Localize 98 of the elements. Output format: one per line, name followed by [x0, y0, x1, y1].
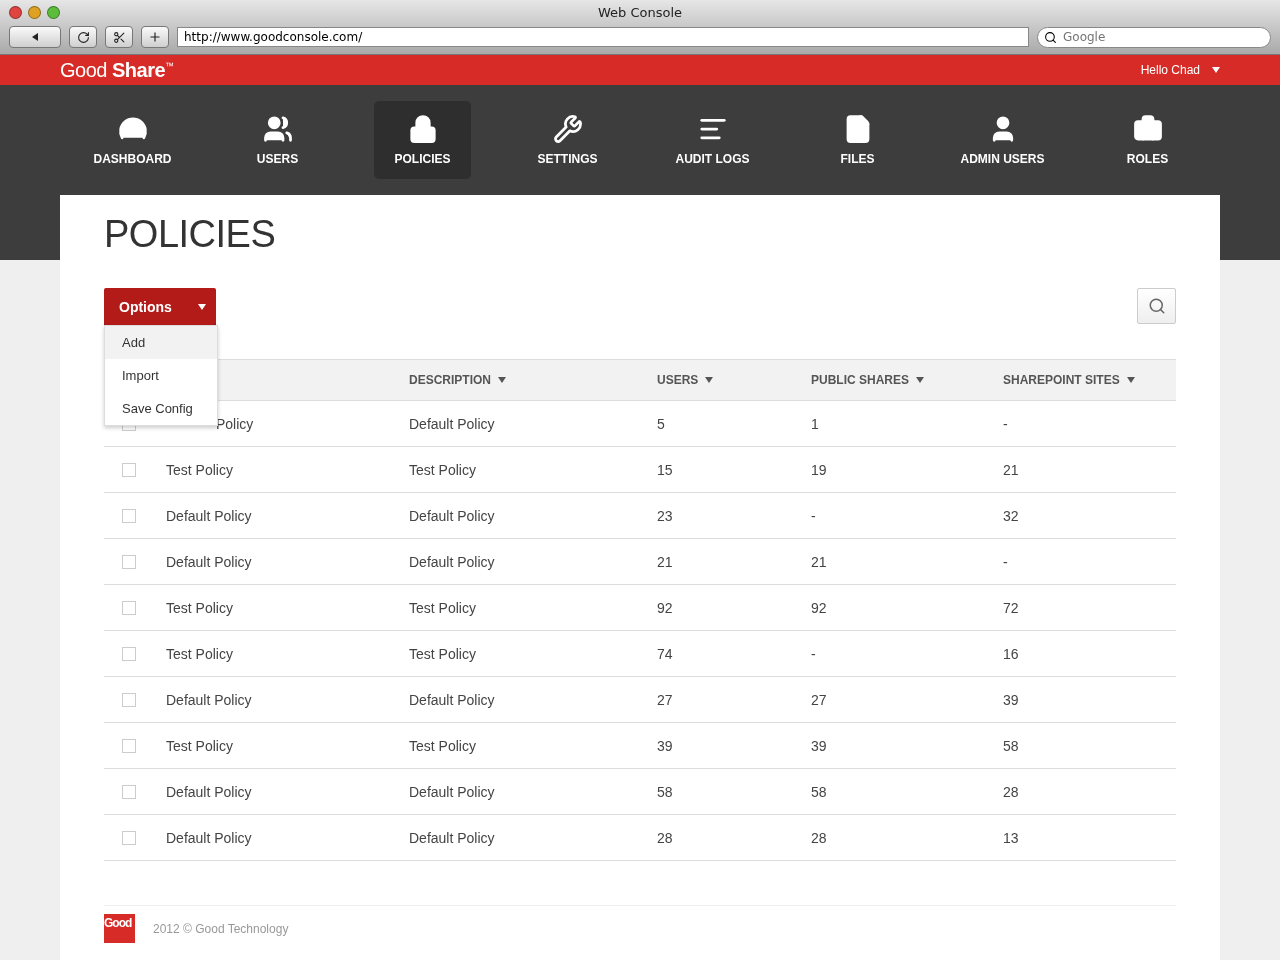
- table-cell-text: 92: [657, 599, 674, 616]
- table-cell-text: 5: [657, 415, 666, 432]
- search-icon: [1147, 297, 1166, 315]
- table-cell-text: 39: [811, 737, 828, 754]
- table-cell-text: Default Policy: [409, 691, 496, 708]
- table-cell: Test Policy: [166, 645, 233, 662]
- table-cell-text: 1: [811, 415, 820, 432]
- search-icon: [1044, 30, 1057, 44]
- nav-tab[interactable]: ROLES: [1099, 101, 1196, 179]
- table-cell-text: Test Policy: [409, 645, 477, 662]
- table-cell-text: 39: [1003, 691, 1020, 708]
- reload-button[interactable]: [69, 26, 97, 48]
- column-header[interactable]: SHAREPOINT SITES: [1003, 373, 1176, 387]
- table-cell-text: 58: [811, 783, 828, 800]
- row-checkbox[interactable]: [122, 600, 136, 615]
- table-cell-text: 16: [1003, 645, 1020, 662]
- brand-logo: Good Share$^{™}$: [60, 58, 174, 82]
- menu-item[interactable]: Save Config: [105, 392, 217, 425]
- row-checkbox[interactable]: [122, 738, 136, 753]
- table-cell: Default Policy: [166, 507, 252, 524]
- table-cell-text: 58: [1003, 737, 1020, 754]
- table-cell-text: -: [811, 507, 817, 524]
- page-title: POLICIES: [104, 213, 277, 256]
- table-cell-text: 28: [1003, 783, 1020, 800]
- table-cell-text: Test Policy: [409, 737, 477, 754]
- table-cell-text: 15: [657, 461, 674, 478]
- menu-item[interactable]: Import: [105, 359, 217, 392]
- table-cell-text: Test Policy: [409, 461, 477, 478]
- table-cell: Default Policy: [166, 553, 252, 570]
- wrench-icon: [552, 114, 583, 144]
- table-cell-text: 19: [811, 461, 828, 478]
- row-checkbox[interactable]: [122, 554, 136, 569]
- table-cell: Default Policy: [166, 829, 252, 846]
- table-cell-text: 92: [811, 599, 828, 616]
- plus-icon: [148, 30, 162, 44]
- row-checkbox[interactable]: [122, 508, 136, 523]
- back-button[interactable]: [9, 26, 61, 48]
- table-cell-text: 74: [657, 645, 674, 662]
- scissors-icon: [112, 30, 126, 44]
- search-box[interactable]: Google: [1037, 26, 1271, 48]
- row-checkbox[interactable]: [122, 784, 136, 799]
- nav-tab[interactable]: ADMIN USERS: [954, 101, 1051, 179]
- nav-tab[interactable]: SETTINGS: [519, 101, 616, 179]
- table-cell-text: -: [811, 645, 817, 662]
- reload-icon: [76, 30, 90, 44]
- table-cell-text: 23: [657, 507, 674, 524]
- menu-item[interactable]: Add: [105, 326, 217, 359]
- nav-tab[interactable]: USERS: [229, 101, 326, 179]
- table-cell-text: Default Policy: [409, 415, 496, 432]
- table-cell-text: 58: [657, 783, 674, 800]
- new-tab-button[interactable]: [141, 26, 169, 48]
- table-cell-text: Default Policy: [409, 507, 496, 524]
- search-field[interactable]: Google: [1061, 29, 1264, 45]
- nav-tab[interactable]: FILES: [809, 101, 906, 179]
- nav-tab[interactable]: AUDIT LOGS: [664, 101, 761, 179]
- nav-tab[interactable]: DASHBOARD: [84, 101, 181, 179]
- good-logo: Good: [104, 914, 135, 943]
- column-header[interactable]: DESCRIPTION: [409, 373, 657, 387]
- table-cell-text: 13: [1003, 829, 1020, 846]
- row-checkbox[interactable]: [122, 462, 136, 477]
- table-cell-text: -: [1003, 553, 1009, 570]
- users-icon: [262, 114, 293, 144]
- table-cell-text: Default Policy: [409, 829, 496, 846]
- table-cell-text: 28: [811, 829, 828, 846]
- close-button[interactable]: [9, 5, 22, 19]
- table-cell-text: Default Policy: [409, 783, 496, 800]
- copyright: 2012 © Good Technology: [153, 921, 289, 936]
- table-cell-text: -: [1003, 415, 1009, 432]
- zoom-button[interactable]: [47, 5, 60, 19]
- table-cell-text: 21: [657, 553, 674, 570]
- table-cell: Test Policy: [166, 461, 233, 478]
- column-header[interactable]: PUBLIC SHARES: [811, 373, 1003, 387]
- column-header[interactable]: USERS: [657, 373, 811, 387]
- table-cell-text: 27: [657, 691, 674, 708]
- table-cell: Test Policy: [166, 599, 233, 616]
- options-button[interactable]: Options: [104, 288, 216, 325]
- table-cell-text: 21: [811, 553, 828, 570]
- minimize-button[interactable]: [28, 5, 41, 19]
- table-cell: Test Policy: [166, 737, 233, 754]
- table-cell-text: 32: [1003, 507, 1020, 524]
- row-checkbox[interactable]: [122, 830, 136, 845]
- search-button[interactable]: [1137, 288, 1176, 324]
- table-cell-text: 21: [1003, 461, 1020, 478]
- table-cell: Default Policy: [166, 691, 252, 708]
- nav-tab[interactable]: POLICIES: [374, 101, 471, 179]
- row-checkbox[interactable]: [122, 646, 136, 661]
- table-cell-text: 28: [657, 829, 674, 846]
- table-cell-text: 72: [1003, 599, 1020, 616]
- table-cell-text: Test Policy: [409, 599, 477, 616]
- address-field[interactable]: http://www.goodconsole.com/: [177, 27, 1029, 47]
- table-cell-text: Default Policy: [409, 553, 496, 570]
- table-cell: Default Policy: [166, 783, 252, 800]
- table-cell-text: 39: [657, 737, 674, 754]
- window-title: Web Console: [597, 4, 683, 20]
- user-menu[interactable]: Hello Chad: [1140, 63, 1220, 77]
- scissors-button[interactable]: [105, 26, 133, 48]
- table-cell-text: 27: [811, 691, 828, 708]
- row-checkbox[interactable]: [122, 692, 136, 707]
